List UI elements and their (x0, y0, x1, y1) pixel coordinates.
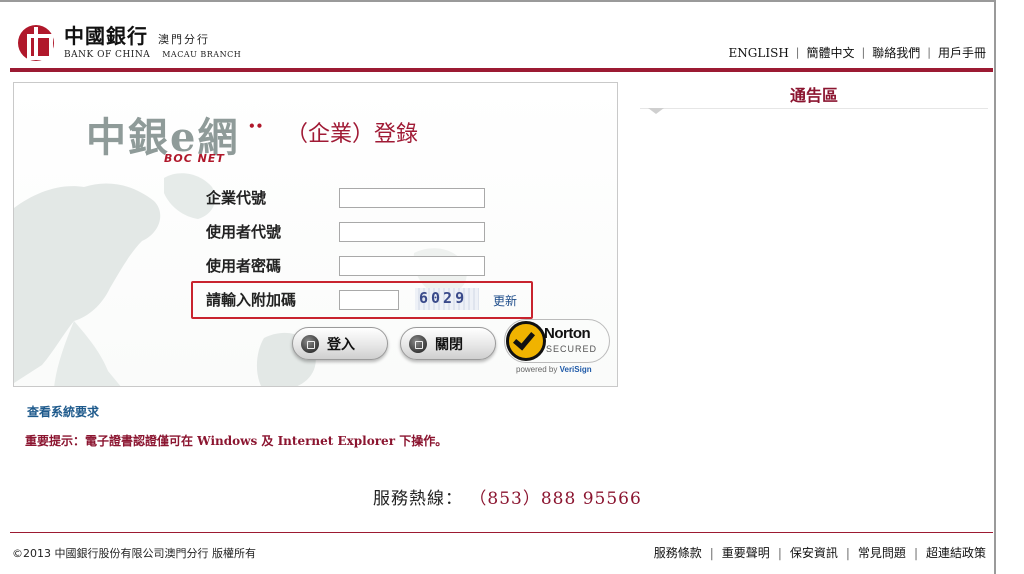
company-code-input[interactable] (339, 188, 485, 208)
footer-hyperlink-policy-link[interactable]: 超連結政策 (926, 544, 986, 561)
nav-user-manual-link[interactable]: 用戶手冊 (938, 44, 986, 61)
copyright-text: ©2013 中國銀行股份有限公司澳門分行 版權所有 (12, 547, 256, 560)
nav-separator: | (795, 46, 800, 59)
header-divider (10, 68, 993, 72)
norton-check-icon (506, 321, 546, 361)
login-panel: 中銀e網 •• BOC NET （企業）登錄 企業代號 使用者代號 使用者密碼 … (13, 82, 618, 387)
norton-secured-seal[interactable]: Norton SECURED powered by VeriSign (504, 315, 612, 379)
announcement-pointer-icon (648, 108, 664, 114)
captcha-refresh-link[interactable]: 更新 (493, 292, 517, 309)
footer-faq-link[interactable]: 常見問題 (858, 544, 906, 561)
bank-logo[interactable]: 中國銀行 澳門分行 BANK OF CHINA MACAU BRANCH (18, 25, 241, 61)
norton-powered-brand: VeriSign (559, 365, 592, 374)
nav-contact-us-link[interactable]: 聯絡我們 (872, 44, 920, 61)
norton-brand: Norton (544, 325, 591, 342)
footer-divider (10, 532, 993, 533)
footer-separator: | (709, 545, 714, 560)
service-hotline: 服務熱線： （853）888 95566 (373, 484, 642, 509)
password-label: 使用者密碼 (206, 257, 282, 275)
window-frame-top (0, 0, 996, 2)
announcement-divider (640, 108, 988, 109)
checkmark-icon (512, 327, 536, 351)
norton-secured-text: SECURED (546, 344, 598, 354)
system-requirements-link[interactable]: 查看系統要求 (27, 403, 99, 420)
close-button-label: 關閉 (435, 336, 463, 353)
hotline-label: 服務熱線： (373, 489, 463, 509)
login-title: （企業）登錄 (286, 122, 419, 147)
logo-branch-cn: 澳門分行 (158, 33, 210, 46)
close-button[interactable]: 關閉 (400, 327, 496, 360)
norton-powered-label: powered by (516, 365, 558, 374)
boc-net-logo-en: BOC NET (164, 152, 225, 165)
top-nav: ENGLISH | 簡體中文 | 聯絡我們 | 用戶手冊 (729, 44, 986, 61)
footer-nav: 服務條款 | 重要聲明 | 保安資訊 | 常見問題 | 超連結政策 (654, 544, 986, 561)
logo-branch-en: MACAU BRANCH (162, 50, 242, 59)
footer-disclaimer-link[interactable]: 重要聲明 (722, 544, 770, 561)
nav-separator: | (927, 46, 931, 59)
user-id-input[interactable] (339, 222, 485, 242)
password-input[interactable] (339, 256, 485, 276)
login-button[interactable]: 登入 (292, 327, 388, 360)
captcha-input[interactable] (339, 290, 399, 310)
logo-name-cn: 中國銀行 (64, 24, 148, 48)
important-notice: 重要提示：電子證書認證僅可在 Windows 及 Internet Explor… (25, 434, 448, 448)
boc-net-logo-mark: •• (248, 119, 264, 133)
user-id-label: 使用者代號 (206, 223, 282, 241)
logo-text: 中國銀行 澳門分行 BANK OF CHINA MACAU BRANCH (64, 26, 241, 60)
company-code-label: 企業代號 (206, 189, 267, 207)
boc-logo-icon (18, 25, 54, 61)
footer-terms-link[interactable]: 服務條款 (654, 544, 702, 561)
hotline-number: （853）888 95566 (469, 489, 642, 509)
nav-separator: | (861, 46, 866, 59)
captcha-code: 6029 (419, 289, 468, 307)
footer-security-link[interactable]: 保安資訊 (790, 544, 838, 561)
lock-icon (409, 334, 427, 353)
lock-icon (301, 334, 319, 353)
logo-name-en: BANK OF CHINA (64, 50, 151, 60)
window-frame-right (994, 0, 996, 574)
nav-simplified-chinese-link[interactable]: 簡體中文 (807, 44, 855, 61)
footer-separator: | (913, 545, 918, 560)
footer-separator: | (845, 545, 850, 560)
footer-separator: | (777, 545, 782, 560)
nav-english-link[interactable]: ENGLISH (729, 46, 789, 60)
announcement-title: 通告區 (790, 86, 839, 105)
captcha-label: 請輸入附加碼 (206, 291, 297, 309)
norton-powered-by: powered by VeriSign (516, 365, 592, 374)
login-button-label: 登入 (327, 336, 355, 353)
